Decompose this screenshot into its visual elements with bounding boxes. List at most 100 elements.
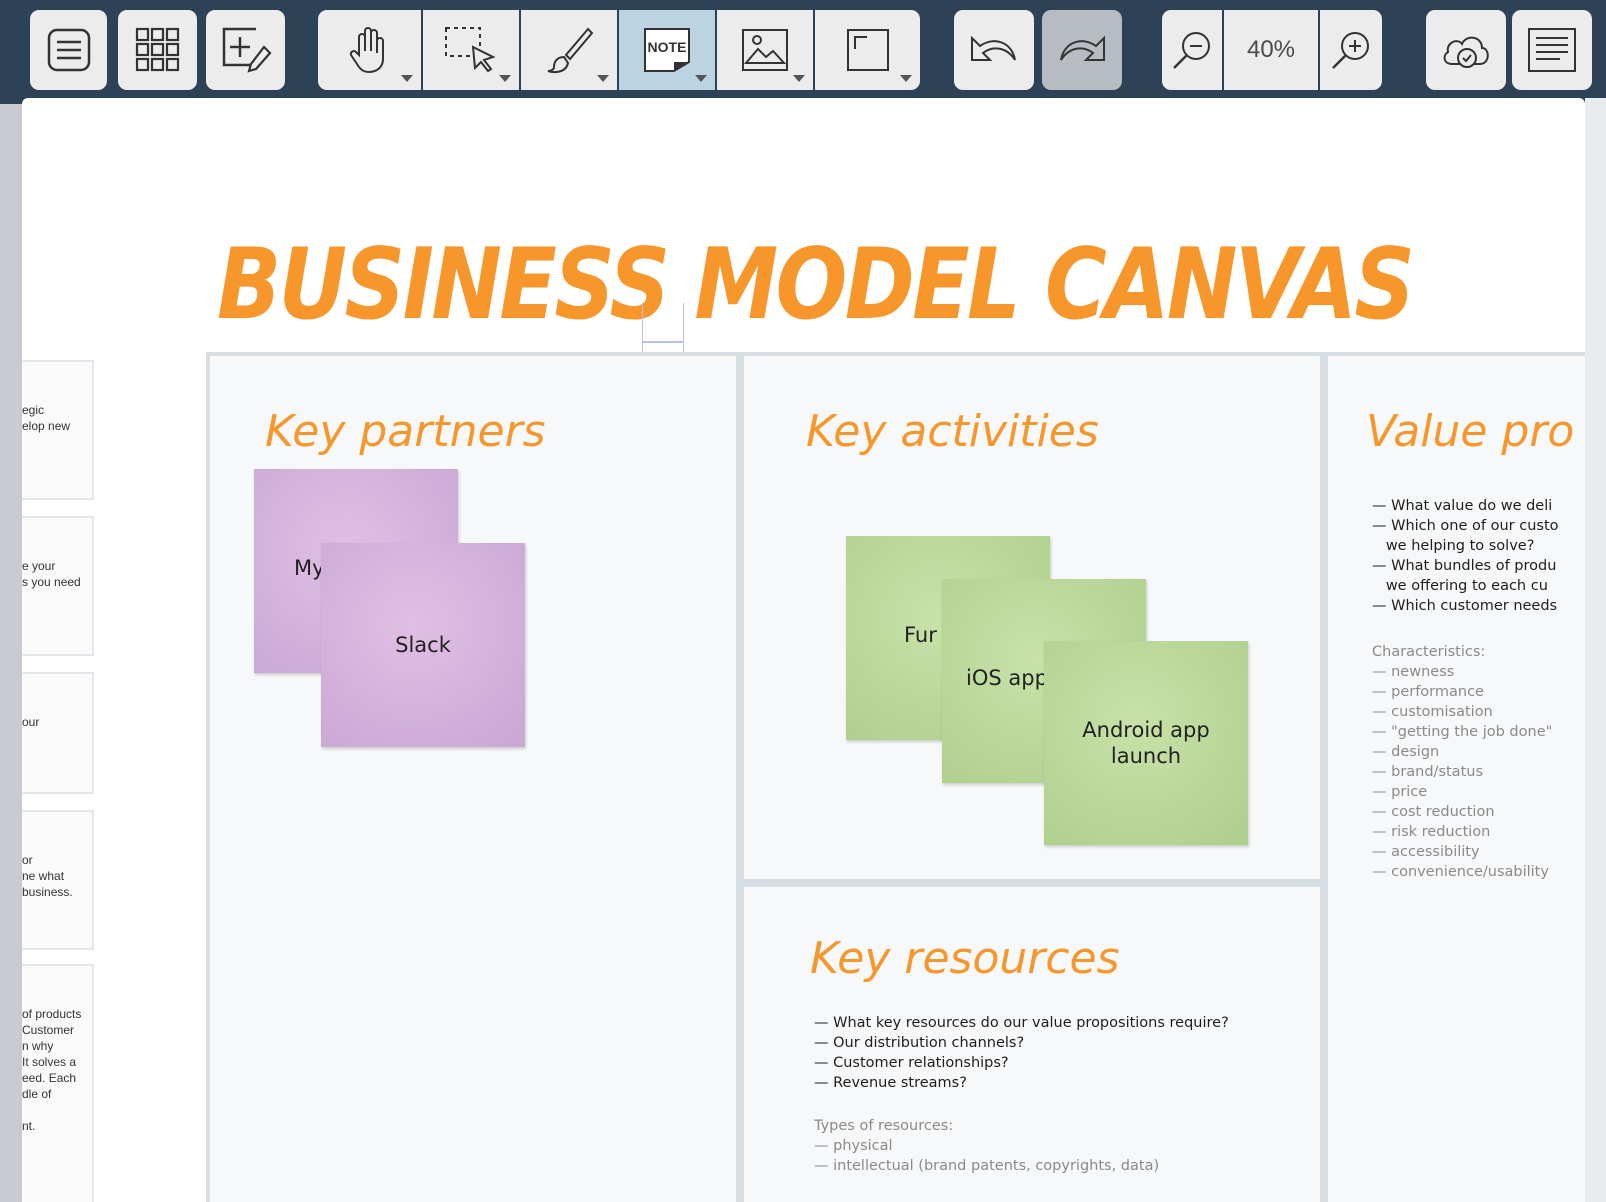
bullet-item: — Which one of our custo [1372,518,1559,534]
bullet-item: — What key resources do our value propos… [814,1015,1229,1031]
boards-grid-button[interactable] [118,10,197,90]
bullet-item: — design [1372,744,1440,760]
value-propositions-heading: Value pro [1366,406,1575,457]
bullet-item: — accessibility [1372,844,1480,860]
redo-button[interactable] [1042,10,1122,90]
undo-button[interactable] [954,10,1034,90]
board-canvas[interactable]: BUSINESS MODEL CANVAS egic elop new e yo… [22,98,1585,1202]
bullet-item: — Revenue streams? [814,1075,967,1091]
zoom-out-button[interactable] [1162,10,1224,90]
side-card-line: s you need [22,575,81,589]
bullet-item: — customisation [1372,704,1493,720]
zoom-level-text: 40% [1246,36,1296,63]
outline-button[interactable] [1512,10,1592,90]
bullet-item: — convenience/usability [1372,864,1549,880]
bullet-item: we helping to solve? [1372,538,1535,554]
canvas-grid: Key partners My Slack Key activities Fur… [206,352,1585,1202]
side-card-line: dle of [22,1087,52,1101]
note-tool-label: NOTE [648,39,687,55]
side-card-line: nt. [22,1119,36,1133]
side-card[interactable]: our [22,672,94,794]
key-activities-section[interactable]: Key activities Fur iOS app Android app l… [744,356,1320,879]
hand-icon [349,27,384,74]
zoom-group: 40% [1162,10,1382,90]
frame-icon [846,29,889,71]
side-card-line: It solves a [22,1055,77,1069]
key-resources-questions: — What key resources do our value propos… [814,1013,1229,1093]
add-board-button[interactable] [206,10,285,90]
side-card[interactable]: or ne what business. [22,810,94,950]
side-card-line: eed. Each [22,1071,77,1085]
bullet-item: — intellectual (brand patents, copyright… [814,1158,1160,1174]
bullet-item: — What bundles of produ [1372,558,1557,574]
note-text: Slack [395,633,451,657]
bullet-item: — cost reduction [1372,804,1495,820]
select-tool-button[interactable] [423,10,521,90]
zoom-level[interactable]: 40% [1224,10,1320,90]
vertical-scrollbar[interactable] [1585,98,1606,1202]
sticky-note[interactable]: Slack [321,543,525,747]
side-card-line: ne what [22,869,65,883]
key-resources-heading: Key resources [810,933,1120,984]
side-card-line: business. [22,885,73,899]
side-card[interactable]: egic elop new [22,360,94,500]
key-partners-heading: Key partners [265,406,546,457]
zoom-out-icon [1173,32,1210,69]
cloud-sync-button[interactable] [1426,10,1506,90]
chevron-down-icon[interactable] [900,75,912,82]
key-partners-section[interactable]: Key partners My Slack [210,356,736,1202]
side-card-line: Customer [22,1023,75,1037]
side-card-line: our [22,715,40,729]
note-text: Android app launch [1082,718,1210,768]
add-board-icon [222,27,272,73]
characteristics-label: Characteristics: [1372,644,1486,660]
grid-icon [135,27,179,72]
board-title[interactable]: BUSINESS MODEL CANVAS [217,228,1415,342]
chevron-down-icon[interactable] [695,75,707,82]
value-propositions-section[interactable]: Value pro — What value do we deli — Whic… [1328,356,1585,1202]
undo-icon [971,35,1016,61]
bullet-item: — Customer relationships? [814,1055,1009,1071]
note-icon: NOTE [644,28,690,72]
side-card[interactable]: e your s you need [22,516,94,656]
chevron-down-icon[interactable] [793,75,805,82]
zoom-in-icon [1332,32,1369,69]
brush-tool-button[interactable] [521,10,619,90]
side-card-line: egic [22,403,45,417]
chevron-down-icon[interactable] [401,75,413,82]
bullet-item: — Our distribution channels? [814,1035,1025,1051]
side-card-line: e your [22,559,56,573]
types-label: Types of resources: [814,1118,954,1134]
zoom-in-button[interactable] [1320,10,1382,90]
bullet-item: — physical [814,1138,893,1154]
note-text: Fur [904,623,937,647]
left-gutter [0,104,22,1202]
key-activities-heading: Key activities [806,406,1099,457]
hand-tool-button[interactable] [318,10,423,90]
image-tool-button[interactable] [717,10,815,90]
tool-group: NOTE [318,10,920,90]
bullet-item: — risk reduction [1372,824,1491,840]
bullet-item: we offering to each cu [1372,578,1548,594]
key-resources-types: Types of resources: — physical — intelle… [814,1116,1159,1176]
side-card[interactable]: of products Customer n why It solves a e… [22,964,94,1202]
side-card-line: or [22,853,33,867]
side-card-line: n why [22,1039,54,1053]
bullet-item: — price [1372,784,1428,800]
image-icon [742,29,788,71]
sticky-note[interactable]: Android app launch [1044,641,1248,845]
menu-button[interactable] [30,10,107,90]
bullet-item: — newness [1372,664,1455,680]
key-resources-section[interactable]: Key resources — What key resources do ou… [744,887,1320,1202]
bullet-item: — Which customer needs [1372,598,1558,614]
chevron-down-icon[interactable] [499,75,511,82]
value-propositions-characteristics: Characteristics: — newness — performance… [1372,642,1552,882]
frame-tool-button[interactable] [815,10,920,90]
note-text: iOS app [966,666,1048,690]
note-tool-button[interactable]: NOTE [619,10,717,90]
text-cursor-marker [642,303,684,355]
cloud-sync-icon [1443,36,1489,68]
side-card-line: elop new [22,419,71,433]
chevron-down-icon[interactable] [597,75,609,82]
menu-icon [47,28,90,72]
